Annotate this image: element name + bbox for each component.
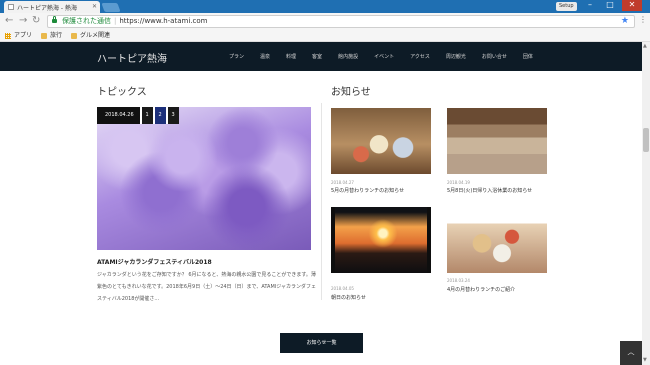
site-nav: プラン 温泉 料理 客室 館内施設 イベント アクセス 周辺観光 お問い合せ 団… — [229, 42, 549, 71]
new-tab-button[interactable] — [101, 3, 121, 12]
bookmark-label: アプリ — [14, 31, 33, 39]
lock-icon — [52, 16, 57, 23]
news-title-link[interactable]: 4月の月替わりランチのご紹介 — [447, 286, 515, 293]
close-icon[interactable]: ✕ — [92, 3, 97, 10]
scrollbar-thumb[interactable] — [643, 128, 649, 152]
secure-label: 保護された通信 — [62, 17, 111, 25]
folder-icon — [71, 32, 78, 39]
bookmark-star-icon[interactable]: ★ — [621, 16, 629, 27]
url-text: https://www.h-atami.com — [119, 17, 208, 25]
nav-item-contact[interactable]: お問い合せ — [482, 53, 507, 60]
close-window-icon[interactable]: ✕ — [622, 0, 642, 11]
topics-heading: トピックス — [97, 87, 147, 98]
back-to-top-button[interactable]: ︿ — [620, 341, 642, 365]
slide-dot-2[interactable]: 2 — [152, 107, 166, 124]
scroll-up-icon[interactable]: ▲ — [643, 43, 647, 49]
column-divider — [321, 103, 322, 300]
topic-title[interactable]: ATAMIジャカランダフェスティバル2018 — [97, 257, 212, 266]
nav-item-access[interactable]: アクセス — [410, 53, 430, 60]
bookmark-gourmet[interactable]: グルメ関連 — [71, 30, 110, 41]
reload-icon[interactable]: ↻ — [32, 15, 40, 27]
chevron-up-icon: ︿ — [627, 348, 635, 356]
bookmarks-bar: アプリ 旅行 グルメ関連 — [0, 30, 650, 42]
apps-icon — [5, 32, 11, 39]
browser-toolbar: ← → ↻ 保護された通信 | https://www.h-atami.com ★ — [0, 13, 650, 30]
topic-excerpt: ジャカランダという花をご存知ですか？ 6月になると、熱海の親水公園で見ることがで… — [97, 272, 317, 302]
topics-slider-image[interactable]: 2018.04.26 1 2 3 — [97, 107, 311, 250]
slide-date: 2018.04.26 — [97, 107, 140, 124]
tab-title: ハートピア熱海 - 熱海 — [17, 4, 77, 12]
browser-tab[interactable]: ハートピア熱海 - 熱海 ✕ — [4, 1, 100, 13]
nav-item-cuisine[interactable]: 料理 — [286, 53, 296, 60]
news-image-lunch-april[interactable] — [447, 207, 547, 273]
slide-dot-3[interactable]: 3 — [165, 107, 179, 124]
news-title-link[interactable]: 5月8日(火)日帰り入浴休業のお知らせ — [447, 187, 532, 194]
folder-icon — [41, 32, 48, 39]
bookmark-travel[interactable]: 旅行 — [41, 30, 62, 41]
window-frame — [331, 207, 335, 273]
slide-dot-1[interactable]: 1 — [139, 107, 153, 124]
nav-item-sightseeing[interactable]: 周辺観光 — [446, 53, 466, 60]
bookmark-apps[interactable]: アプリ — [5, 30, 32, 41]
nav-item-groups[interactable]: 団体 — [523, 53, 533, 60]
news-title-link[interactable]: 5月の月替わりランチのお知らせ — [331, 187, 404, 194]
browser-titlebar: ハートピア熱海 - 熱海 ✕ Setup – □ ✕ — [0, 0, 650, 13]
address-bar[interactable]: 保護された通信 | https://www.h-atami.com ★ — [47, 15, 635, 28]
news-image-bath[interactable] — [447, 108, 547, 174]
back-arrow-icon[interactable]: ← — [5, 15, 13, 27]
news-date: 2018.04.19 — [447, 180, 470, 185]
forward-arrow-icon[interactable]: → — [19, 15, 27, 27]
nav-item-onsen[interactable]: 温泉 — [260, 53, 270, 60]
nav-item-events[interactable]: イベント — [374, 53, 394, 60]
page-scrollbar[interactable] — [642, 42, 650, 365]
user-profile-button[interactable]: Setup — [556, 2, 577, 11]
slider-controls: 2018.04.26 1 2 3 — [97, 107, 179, 124]
nav-item-facilities[interactable]: 館内施設 — [338, 53, 358, 60]
nav-item-plan[interactable]: プラン — [229, 53, 244, 60]
menu-icon[interactable]: ⋮ — [639, 15, 647, 24]
bookmark-label: 旅行 — [50, 31, 63, 39]
news-heading: お知らせ — [331, 87, 371, 98]
bookmark-label: グルメ関連 — [80, 31, 111, 39]
news-date: 2018.04.27 — [331, 180, 354, 185]
nav-item-rooms[interactable]: 客室 — [312, 53, 322, 60]
address-separator: | — [114, 17, 117, 25]
minimize-icon[interactable]: – — [580, 0, 600, 11]
news-image-lunch-may[interactable] — [331, 108, 431, 174]
page-icon — [8, 4, 14, 10]
site-header: ハートピア熱海 プラン 温泉 料理 客室 館内施設 イベント アクセス 周辺観光… — [0, 42, 642, 71]
news-date: 2018.04.05 — [331, 286, 354, 291]
news-title-link[interactable]: 朝日のお知らせ — [331, 294, 366, 301]
news-date: 2018.03.24 — [447, 278, 470, 283]
news-image-sunrise[interactable] — [331, 207, 431, 273]
news-list-button[interactable]: お知らせ一覧 — [280, 333, 363, 353]
site-logo[interactable]: ハートピア熱海 — [97, 50, 167, 65]
maximize-icon[interactable]: □ — [600, 0, 620, 11]
window-frame — [427, 207, 431, 273]
scroll-down-icon[interactable]: ▼ — [643, 357, 647, 363]
